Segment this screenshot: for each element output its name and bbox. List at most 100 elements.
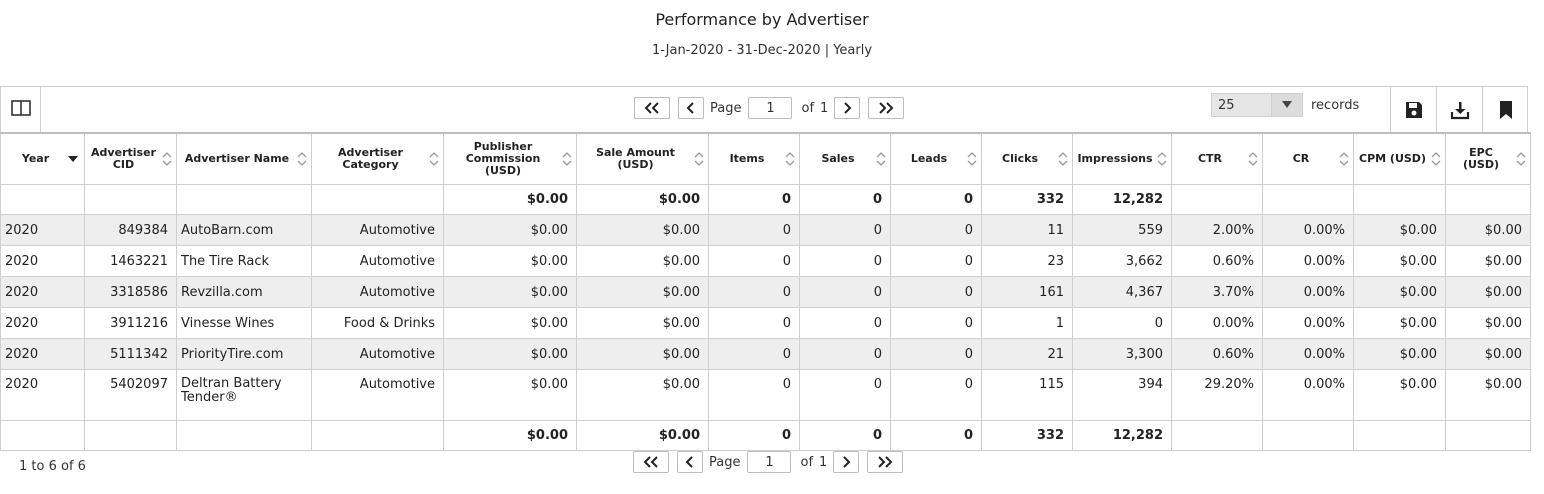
totals-row-bottom: $0.00 $0.00 0 0 0 332 12,282 (0, 420, 1531, 451)
cell-leads[interactable]: 0 (890, 214, 982, 246)
cell-ctr: 2.00% (1171, 214, 1263, 246)
header-ctr[interactable]: CTR (1171, 132, 1263, 185)
sort-icon (1339, 152, 1349, 166)
header-items[interactable]: Items (708, 132, 800, 185)
cell-category: Automotive (311, 369, 444, 421)
sort-icon (967, 152, 977, 166)
prev-page-button[interactable] (677, 451, 703, 473)
sort-desc-icon (68, 156, 78, 162)
last-page-button[interactable] (867, 451, 904, 473)
cell-epc: $0.00 (1445, 214, 1531, 246)
cell-year[interactable]: 2020 (0, 214, 85, 246)
cell-year[interactable]: 2020 (0, 245, 85, 277)
page-input[interactable] (747, 451, 792, 473)
cell-cid[interactable]: 5402097 (84, 369, 177, 421)
cell-sales[interactable]: 0 (799, 338, 891, 370)
cell-cid[interactable]: 5111342 (84, 338, 177, 370)
header-sale-amount[interactable]: Sale Amount (USD) (576, 132, 709, 185)
cell-cid[interactable]: 3318586 (84, 276, 177, 308)
cell-items[interactable]: 0 (708, 369, 800, 421)
cell-leads[interactable]: 0 (890, 369, 982, 421)
header-sales[interactable]: Sales (799, 132, 891, 185)
save-button[interactable] (1390, 87, 1436, 132)
download-icon (1450, 101, 1469, 119)
total-clicks: 332 (981, 184, 1073, 215)
cell-sales[interactable]: 0 (799, 245, 891, 277)
cell-sales[interactable]: 0 (799, 214, 891, 246)
header-advertiser-cid[interactable]: Advertiser CID (84, 132, 177, 185)
header-leads[interactable]: Leads (890, 132, 982, 185)
header-cr[interactable]: CR (1262, 132, 1354, 185)
cell-name[interactable]: Vinesse Wines (176, 307, 312, 339)
cell-sale: $0.00 (576, 245, 709, 277)
total-cell (176, 184, 312, 215)
sort-icon (162, 152, 172, 166)
cell-clicks: 1 (981, 307, 1073, 339)
cell-name[interactable]: PriorityTire.com (176, 338, 312, 370)
header-impressions[interactable]: Impressions (1072, 132, 1172, 185)
cell-leads[interactable]: 0 (890, 307, 982, 339)
sort-icon (297, 152, 307, 166)
cell-name[interactable]: Deltran Battery Tender® (176, 369, 312, 421)
cell-items[interactable]: 0 (708, 307, 800, 339)
header-clicks[interactable]: Clicks (981, 132, 1073, 185)
bookmark-button[interactable] (1482, 87, 1528, 132)
header-advertiser-category[interactable]: Advertiser Category (311, 132, 444, 185)
cell-name[interactable]: The Tire Rack (176, 245, 312, 277)
cell-sales[interactable]: 0 (799, 307, 891, 339)
header-advertiser-name[interactable]: Advertiser Name (176, 132, 312, 185)
cell-leads[interactable]: 0 (890, 245, 982, 277)
cell-sale: $0.00 (576, 214, 709, 246)
header-year[interactable]: Year (0, 132, 85, 185)
cell-cid[interactable]: 849384 (84, 214, 177, 246)
cell-ctr: 3.70% (1171, 276, 1263, 308)
cell-name[interactable]: Revzilla.com (176, 276, 312, 308)
of-label: of (801, 100, 815, 116)
header-publisher-commission[interactable]: Publisher Commission (USD) (443, 132, 577, 185)
next-page-button[interactable] (833, 451, 860, 473)
cell-items[interactable]: 0 (708, 338, 800, 370)
page-input[interactable] (748, 97, 793, 119)
total-commission: $0.00 (443, 184, 577, 215)
records-per-page-select[interactable]: 25 (1211, 93, 1303, 117)
cell-year[interactable]: 2020 (0, 369, 85, 421)
sort-icon (562, 152, 572, 166)
cell-cr: 0.00% (1262, 276, 1354, 308)
first-page-button[interactable] (634, 97, 670, 119)
prev-page-button[interactable] (678, 97, 704, 119)
download-button[interactable] (1436, 87, 1482, 132)
cell-ctr: 0.60% (1171, 338, 1263, 370)
cell-items[interactable]: 0 (708, 245, 800, 277)
total-cell (84, 420, 177, 451)
header-name-label: Advertiser Name (184, 152, 290, 165)
next-page-button[interactable] (834, 97, 861, 119)
cell-cid[interactable]: 3911216 (84, 307, 177, 339)
cell-sales[interactable]: 0 (799, 369, 891, 421)
header-year-label: Year (21, 152, 50, 165)
cell-year[interactable]: 2020 (0, 307, 85, 339)
cell-items[interactable]: 0 (708, 276, 800, 308)
header-ctr-label: CTR (1197, 152, 1223, 165)
report-date-range: 1-Jan-2020 - 31-Dec-2020 | Yearly (651, 43, 873, 58)
columns-toggle-button[interactable] (1, 87, 41, 132)
header-epc[interactable]: EPC (USD) (1445, 132, 1531, 185)
total-cell (1171, 420, 1263, 451)
total-cell (311, 184, 444, 215)
cell-year[interactable]: 2020 (0, 338, 85, 370)
bookmark-icon (1499, 100, 1512, 119)
cell-sale: $0.00 (576, 338, 709, 370)
cell-leads[interactable]: 0 (890, 276, 982, 308)
cell-cr: 0.00% (1262, 245, 1354, 277)
cell-cpm: $0.00 (1353, 214, 1446, 246)
cell-year[interactable]: 2020 (0, 276, 85, 308)
cell-category: Automotive (311, 245, 444, 277)
cell-name[interactable]: AutoBarn.com (176, 214, 312, 246)
cell-sales[interactable]: 0 (799, 276, 891, 308)
cell-items[interactable]: 0 (708, 214, 800, 246)
cell-cid[interactable]: 1463221 (84, 245, 177, 277)
first-page-button[interactable] (633, 451, 669, 473)
cell-leads[interactable]: 0 (890, 338, 982, 370)
header-cpm[interactable]: CPM (USD) (1353, 132, 1446, 185)
prev-page-icon (686, 102, 694, 114)
last-page-button[interactable] (868, 97, 905, 119)
